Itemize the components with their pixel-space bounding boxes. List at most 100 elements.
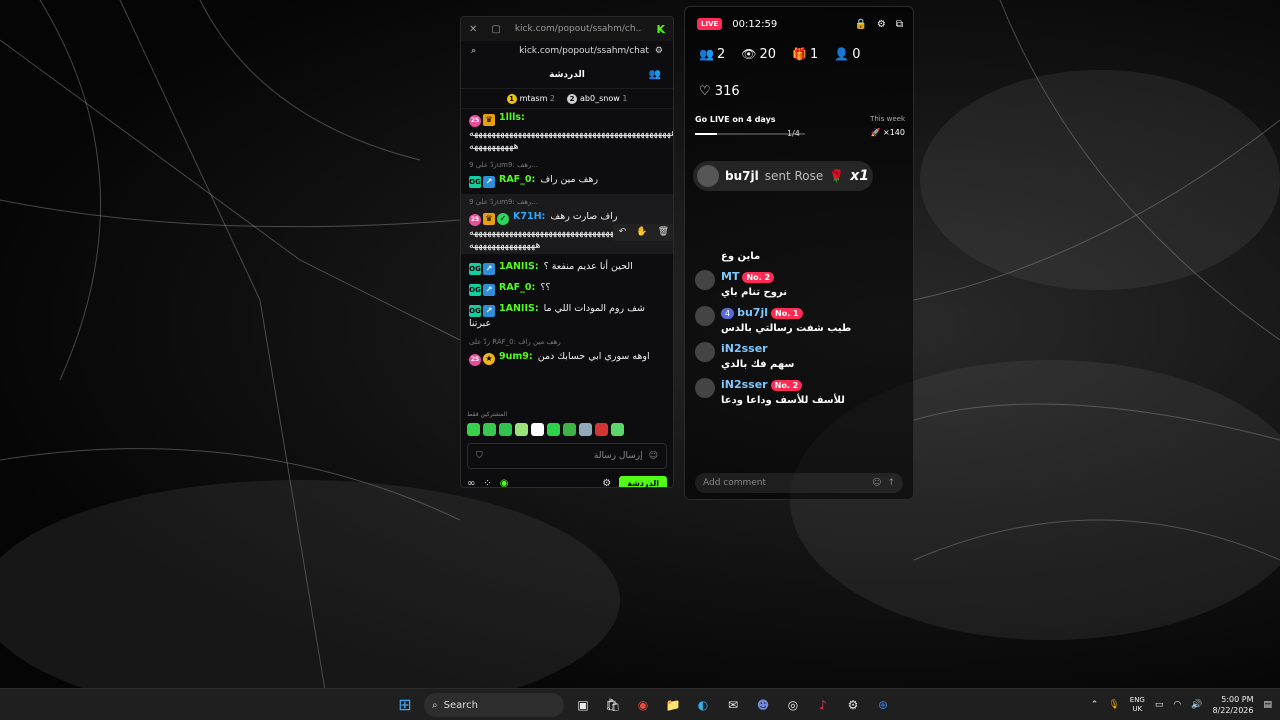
emote-bar xyxy=(467,423,624,436)
comment-item[interactable]: ماين وع xyxy=(695,247,905,262)
emote-icon[interactable] xyxy=(515,423,528,436)
delete-icon[interactable]: 🗑 xyxy=(658,226,669,239)
restore-icon[interactable]: ▢ xyxy=(491,24,500,35)
microphone-icon[interactable]: 🎙 xyxy=(1108,700,1119,710)
live-comments[interactable]: ماين وع MT No. 2 نروح تنام باي 4 bu7jl No. 1… xyxy=(695,247,905,414)
chat-username[interactable]: 1ANIIS: xyxy=(499,303,539,314)
gift-badge-icon: ★ xyxy=(483,353,495,365)
shield-icon[interactable]: ⛉ xyxy=(476,451,483,461)
chat-input-placeholder[interactable]: إرسال رسالة xyxy=(489,451,643,461)
notification-icon[interactable]: ▤ xyxy=(1263,700,1272,710)
chat-username[interactable]: 1llls: xyxy=(499,112,525,123)
search-icon: ⌕ xyxy=(432,699,438,711)
kick-coin-icon[interactable]: ◉ xyxy=(500,478,509,488)
comment-username[interactable]: iN2sser xyxy=(721,342,768,355)
emote-icon[interactable] xyxy=(563,423,576,436)
system-tray: ⌃ 🎙 ENG UK ▭ ◠ 🔊 5:00 PM 8/22/2026 ▤ xyxy=(1091,693,1272,717)
display-icon[interactable]: ▭ xyxy=(1155,700,1164,710)
users-icon[interactable]: 👥 xyxy=(649,69,661,80)
chrome-icon[interactable]: ◉ xyxy=(632,694,654,716)
comment-item[interactable]: iN2sser No. 2 للأسف للأسف وداعا ودعا xyxy=(695,378,905,406)
chat-username[interactable]: 9um9: xyxy=(499,351,533,362)
windows-start-icon[interactable]: ⊞ xyxy=(394,694,416,716)
emote-icon[interactable] xyxy=(467,423,480,436)
address-url[interactable]: kick.com/popout/ssahm/chat xyxy=(482,46,649,56)
chat-message[interactable]: 25 ♛ 1llls: هههههههههههههههههههههههههههههه… xyxy=(469,111,673,153)
chat-message[interactable]: OG ↗ 1ANIIS: الحين أنا عديم منفعة ؟ xyxy=(469,260,665,275)
volume-icon[interactable]: 🔊 xyxy=(1191,700,1202,710)
emoji-icon[interactable]: ☺ xyxy=(872,478,881,488)
chat-title: الدردشة xyxy=(549,69,585,80)
language-indicator[interactable]: ENG UK xyxy=(1130,696,1145,714)
emote-icon[interactable] xyxy=(499,423,512,436)
emote-icon[interactable] xyxy=(579,423,592,436)
stat-gifts[interactable]: 🎁 1 xyxy=(792,47,818,62)
clock[interactable]: 5:00 PM 8/22/2026 xyxy=(1212,694,1253,716)
gifter-item[interactable]: 2 ab0_snow 1 xyxy=(567,93,627,104)
tiktok-icon[interactable]: ♪ xyxy=(812,694,834,716)
stat-new-followers[interactable]: 👤 0 xyxy=(834,47,860,62)
edge-icon[interactable]: ◐ xyxy=(692,694,714,716)
taskbar-apps: ⊞ ⌕ Search ▣ 🛍 ◉ 📁 ◐ ✉ ☻ ◎ ♪ ⚙ ⊕ xyxy=(394,693,894,717)
steam-icon[interactable]: ⚙ xyxy=(842,694,864,716)
chat-message[interactable]: ردّ على RAF_0: رهف مين راف 25 ★ 9um9: اوهه… xyxy=(469,336,665,366)
chat-username[interactable]: 1ANIIS: xyxy=(499,261,539,272)
og-badge-icon: OG xyxy=(469,305,481,317)
add-comment-placeholder[interactable]: Add comment xyxy=(703,478,866,488)
gifter-item[interactable]: 1 mtasm 2 xyxy=(506,93,555,104)
mail-icon[interactable]: ✉ xyxy=(722,694,744,716)
chat-input[interactable]: ⛉ إرسال رسالة ☺ xyxy=(467,443,667,469)
comment-username[interactable]: iN2sser xyxy=(721,378,768,391)
file-explorer-icon[interactable]: 📁 xyxy=(662,694,684,716)
app-icon-2[interactable]: ⊕ xyxy=(872,694,894,716)
wifi-icon[interactable]: ◠ xyxy=(1173,700,1181,710)
live-timer: 00:12:59 xyxy=(732,18,778,30)
avatar xyxy=(695,306,715,326)
comment-item[interactable]: 4 bu7jl No. 1 طيب شفت رسالتي بالدس xyxy=(695,306,905,334)
tune-icon[interactable]: ⚙ xyxy=(655,46,663,56)
chat-messages[interactable]: 25 ♛ 1llls: هههههههههههههههههههههههههههههه… xyxy=(461,111,673,421)
settings-icon[interactable]: ⚙ xyxy=(877,19,886,30)
app-icon[interactable]: ◎ xyxy=(782,694,804,716)
comment-username[interactable]: bu7jl xyxy=(737,306,768,319)
rank-badge: No. 2 xyxy=(770,380,803,391)
chat-message[interactable]: OG ↗ 1ANIIS: شف روم المودات اللي ما عبرتنا xyxy=(469,302,665,330)
live-goal[interactable]: Go LIVE on 4 days This week 1/4 🚀 ×140 xyxy=(695,115,905,138)
close-icon[interactable]: ✕ xyxy=(469,24,477,35)
chat-username[interactable]: K71H: xyxy=(513,211,545,222)
lock-icon[interactable]: 🔒 xyxy=(854,19,866,30)
vip-badge-icon: ↗ xyxy=(483,305,495,317)
comment-item[interactable]: MT No. 2 نروح تنام باي xyxy=(695,270,905,298)
add-comment-input[interactable]: Add comment ☺ ↑ xyxy=(695,473,903,493)
chat-message[interactable]: OG ↗ RAF_0: ؟؟ xyxy=(469,281,665,296)
store-icon[interactable]: 🛍 xyxy=(602,694,624,716)
emoji-icon[interactable]: ☺ xyxy=(649,451,658,461)
emote-icon[interactable] xyxy=(483,423,496,436)
settings-icon[interactable]: ⚙ xyxy=(602,478,611,488)
chat-send-button[interactable]: الدردشة xyxy=(619,475,667,487)
send-arrow-icon[interactable]: ↑ xyxy=(887,478,895,488)
chat-username[interactable]: RAF_0: xyxy=(499,282,535,293)
popout-icon[interactable]: ⧉ xyxy=(896,19,903,30)
chat-message[interactable]: ردّ على 9um9: رهف... OG ↗ RAF_0: رهف مين ر… xyxy=(469,159,665,188)
task-view-icon[interactable]: ▣ xyxy=(572,694,594,716)
emote-icon[interactable] xyxy=(531,423,544,436)
emote-icon[interactable] xyxy=(547,423,560,436)
chat-message-hovered[interactable]: ردّ على 9um9: رهف... 25 ♛ ✓ K71H: راف صارت … xyxy=(461,194,673,254)
infinity-icon[interactable]: ∞ xyxy=(467,478,475,488)
emote-icon[interactable] xyxy=(611,423,624,436)
taskbar-search[interactable]: ⌕ Search xyxy=(424,693,564,717)
emote-section-label: المشتركين فقط xyxy=(467,411,508,418)
emote-icon[interactable] xyxy=(595,423,608,436)
og-badge-icon: OG xyxy=(469,263,481,275)
chat-username[interactable]: RAF_0: xyxy=(499,174,535,185)
dots-icon[interactable]: ⁘ xyxy=(483,478,491,488)
reply-icon[interactable]: ↶ xyxy=(619,226,627,239)
comment-username[interactable]: MT xyxy=(721,270,739,283)
comment-item[interactable]: iN2sser سهم فك بالدي xyxy=(695,342,905,370)
address-bar[interactable]: ⌕ kick.com/popout/ssahm/chat ⚙ xyxy=(465,41,669,61)
stat-views[interactable]: 👁 20 xyxy=(741,47,776,62)
chevron-up-icon[interactable]: ⌃ xyxy=(1091,700,1099,710)
stat-viewers-total[interactable]: 👥 2 xyxy=(699,47,725,62)
discord-icon[interactable]: ☻ xyxy=(752,694,774,716)
